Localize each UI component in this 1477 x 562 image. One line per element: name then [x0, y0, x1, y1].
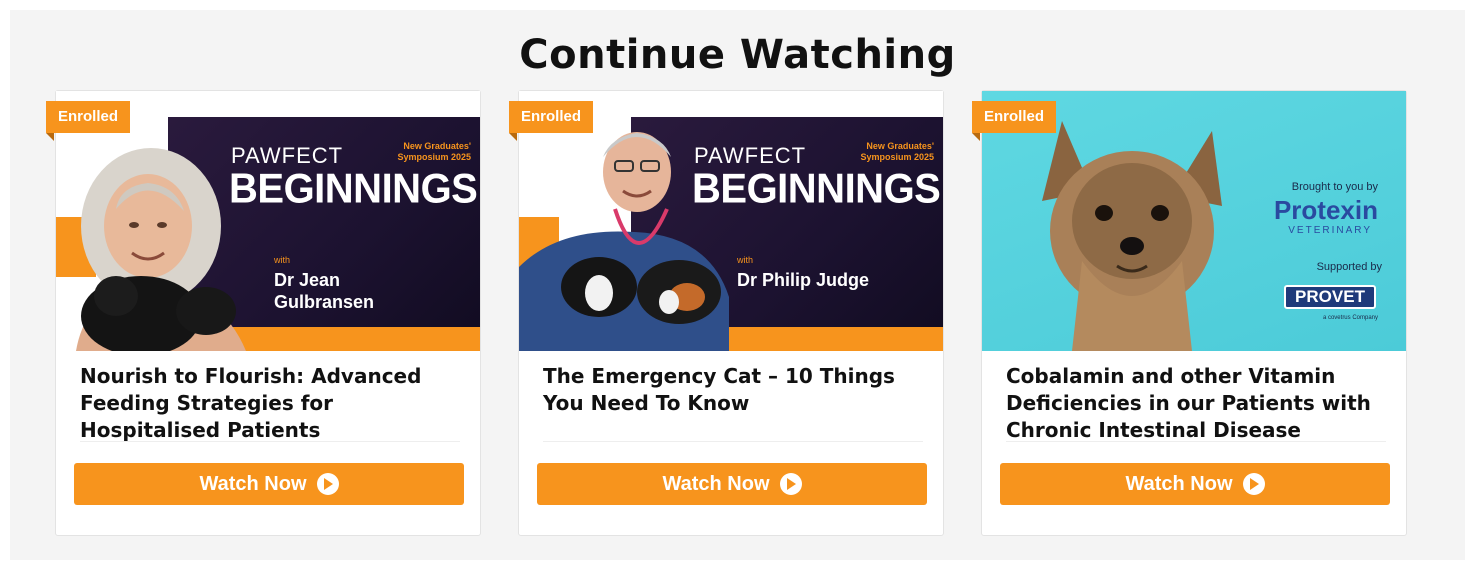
course-title[interactable]: Nourish to Flourish: Advanced Feeding St… [80, 363, 460, 444]
section-title: Continue Watching [519, 32, 956, 78]
course-title[interactable]: The Emergency Cat – 10 Things You Need T… [543, 363, 923, 417]
watch-now-button[interactable]: Watch Now [537, 463, 927, 505]
speaker-name: Dr Philip Judge [737, 270, 870, 290]
series-title: BEGINNINGS [229, 165, 478, 213]
continue-watching-section: Continue Watching Enrolled PAWFECT BEGIN… [10, 10, 1465, 560]
event-label: New Graduates' Symposium 2025 [860, 141, 934, 162]
course-title[interactable]: Cobalamin and other Vitamin Deficiencies… [1006, 363, 1386, 444]
enrolled-badge: Enrolled [509, 101, 594, 141]
series-title: BEGINNINGS [692, 165, 941, 213]
event-label: New Graduates' Symposium 2025 [397, 141, 471, 162]
enrolled-badge: Enrolled [972, 101, 1057, 141]
play-circle-icon [1242, 473, 1265, 495]
supporter-logo: PROVET [1284, 285, 1376, 309]
watch-now-label: Watch Now [1125, 472, 1233, 495]
watch-now-label: Watch Now [199, 472, 307, 495]
watch-now-label: Watch Now [662, 472, 770, 495]
speaker-photo [76, 148, 246, 351]
play-circle-icon [316, 473, 339, 495]
with-label: with [274, 255, 291, 265]
divider [80, 441, 460, 442]
sponsor-logo: Protexin [1273, 195, 1378, 225]
watch-now-button[interactable]: Watch Now [74, 463, 464, 505]
supporter-caption: Supported by [1316, 261, 1382, 273]
course-card[interactable]: Enrolled Brought to you by Protexin VETE… [972, 90, 1407, 536]
sponsor-caption: Brought to you by [1291, 181, 1378, 193]
with-label: with [737, 255, 754, 265]
enrolled-badge: Enrolled [46, 101, 131, 141]
speaker-name: Dr Jean Gulbransen [274, 270, 375, 312]
course-card[interactable]: Enrolled PAWFECT BEGINNINGS New Graduate… [509, 90, 944, 536]
play-circle-icon [779, 473, 802, 495]
course-card[interactable]: Enrolled PAWFECT BEGINNINGS New Graduate… [46, 90, 481, 536]
dog-photo [1042, 121, 1222, 351]
divider [543, 441, 923, 442]
supporter-logo-sub: a covetrus Company [1322, 315, 1378, 321]
divider [1006, 441, 1386, 442]
sponsor-logo-sub: VETERINARY [1288, 225, 1372, 236]
watch-now-button[interactable]: Watch Now [1000, 463, 1390, 505]
